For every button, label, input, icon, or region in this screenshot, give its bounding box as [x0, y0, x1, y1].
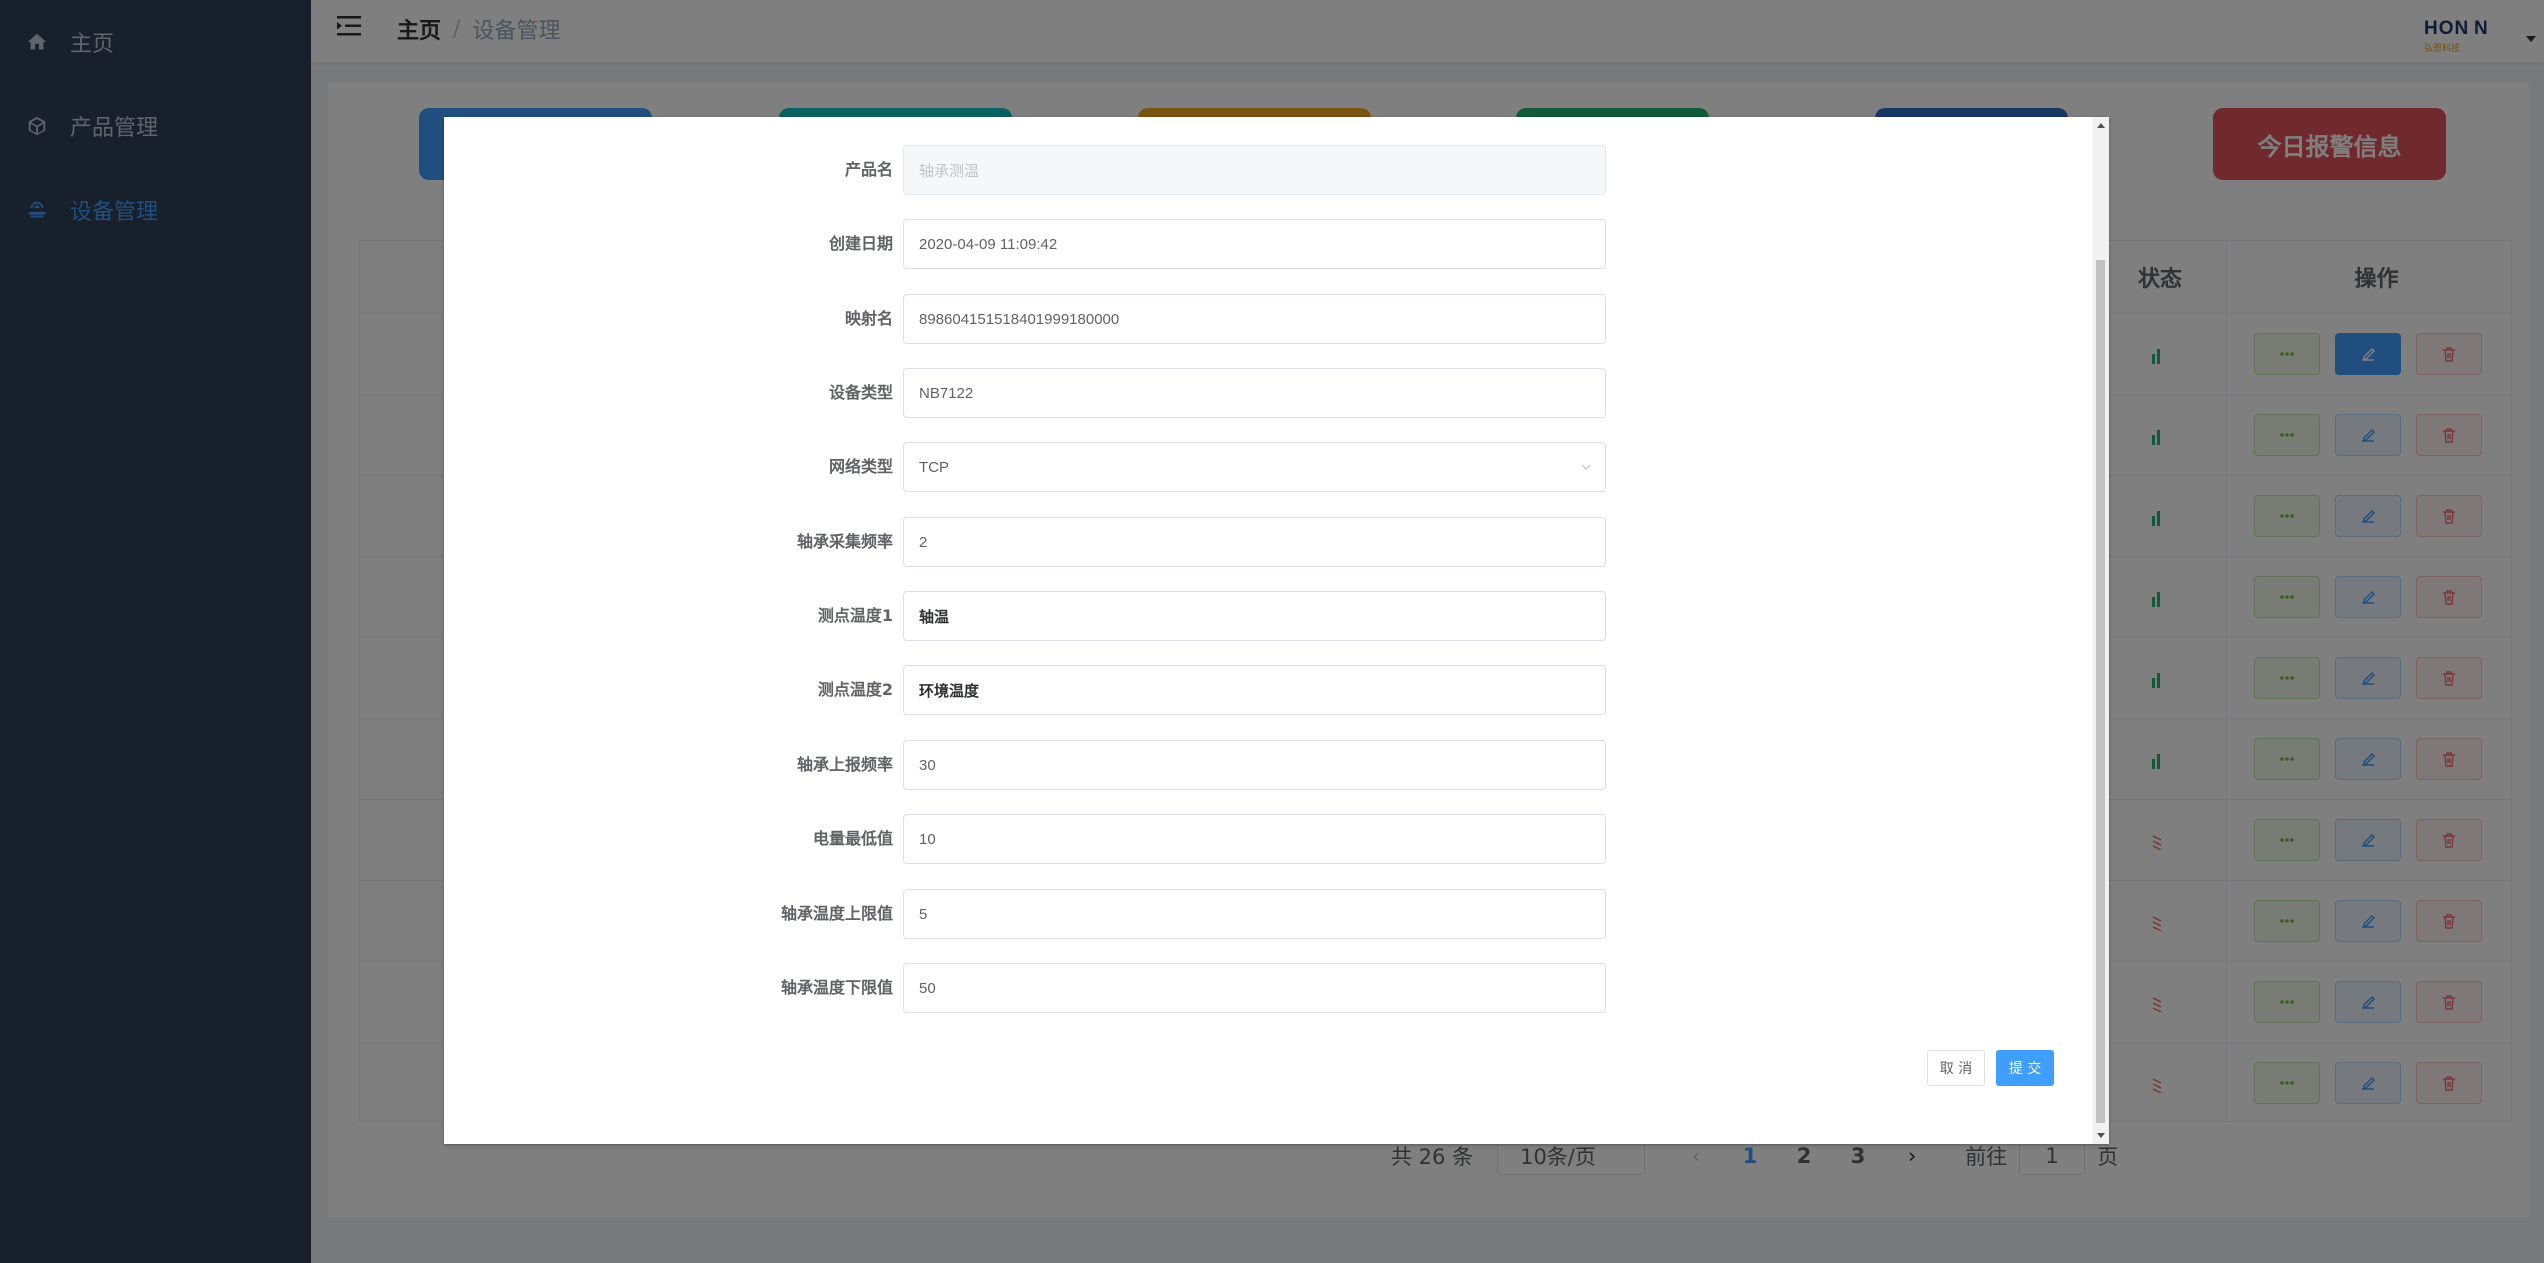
form-row-report-rate: 轴承上报频率 30	[444, 740, 2092, 790]
form-row-temp-point-2: 测点温度2 环境温度	[444, 665, 2092, 715]
form-row-temp-lower: 轴承温度下限值 50	[444, 963, 2092, 1013]
scroll-thumb[interactable]	[2096, 260, 2105, 1123]
form-row-create-date: 创建日期 2020-04-09 11:09:42	[444, 219, 2092, 269]
field-label: 测点温度1	[817, 606, 893, 625]
field-label: 电量最低值	[812, 829, 893, 848]
temp-upper-limit-field[interactable]: 5	[903, 889, 1606, 939]
scroll-down-arrow-icon[interactable]	[2097, 1133, 2105, 1138]
battery-min-field[interactable]: 10	[903, 814, 1606, 864]
temp-point-2-field[interactable]: 环境温度	[903, 665, 1606, 715]
mapping-name-field[interactable]: 898604151518401999180000	[903, 294, 1606, 344]
field-label: 轴承温度上限值	[780, 904, 893, 923]
field-label: 设备类型	[828, 383, 893, 402]
create-date-field[interactable]: 2020-04-09 11:09:42	[903, 219, 1606, 269]
chevron-down-icon	[1581, 464, 1591, 470]
form-row-temp-upper: 轴承温度上限值 5	[444, 889, 2092, 939]
form-row-network-type: 网络类型 TCP	[444, 442, 2092, 492]
network-type-select[interactable]: TCP	[903, 442, 1606, 492]
form-row-battery-min: 电量最低值 10	[444, 814, 2092, 864]
field-label: 测点温度2	[817, 680, 893, 699]
sample-rate-field[interactable]: 2	[903, 517, 1606, 567]
temp-point-1-field[interactable]: 轴温	[903, 591, 1606, 641]
cancel-button[interactable]: 取 消	[1927, 1050, 1985, 1086]
network-type-value: TCP	[919, 458, 949, 476]
report-rate-field[interactable]: 30	[903, 740, 1606, 790]
product-name-field: 轴承测温	[903, 145, 1606, 195]
dialog-scrollbar[interactable]	[2092, 117, 2109, 1144]
form-row-mapping-name: 映射名 898604151518401999180000	[444, 294, 2092, 344]
field-label: 轴承上报频率	[796, 755, 893, 774]
form-row-temp-point-1: 测点温度1 轴温	[444, 591, 2092, 641]
field-label: 产品名	[844, 160, 893, 179]
scroll-up-arrow-icon[interactable]	[2097, 123, 2105, 128]
edit-device-dialog: 产品名 轴承测温 创建日期 2020-04-09 11:09:42 映射名 89…	[444, 117, 2109, 1144]
field-label: 创建日期	[828, 234, 893, 253]
field-label: 网络类型	[828, 457, 893, 476]
temp-lower-limit-field[interactable]: 50	[903, 963, 1606, 1013]
device-type-field[interactable]: NB7122	[903, 368, 1606, 418]
form-row-product-name: 产品名 轴承测温	[444, 145, 2092, 195]
field-label: 轴承采集频率	[796, 532, 893, 551]
field-label: 轴承温度下限值	[780, 978, 893, 997]
field-label: 映射名	[844, 309, 893, 328]
form-row-device-type: 设备类型 NB7122	[444, 368, 2092, 418]
form-row-sample-rate: 轴承采集频率 2	[444, 517, 2092, 567]
submit-button[interactable]: 提 交	[1996, 1050, 2054, 1086]
